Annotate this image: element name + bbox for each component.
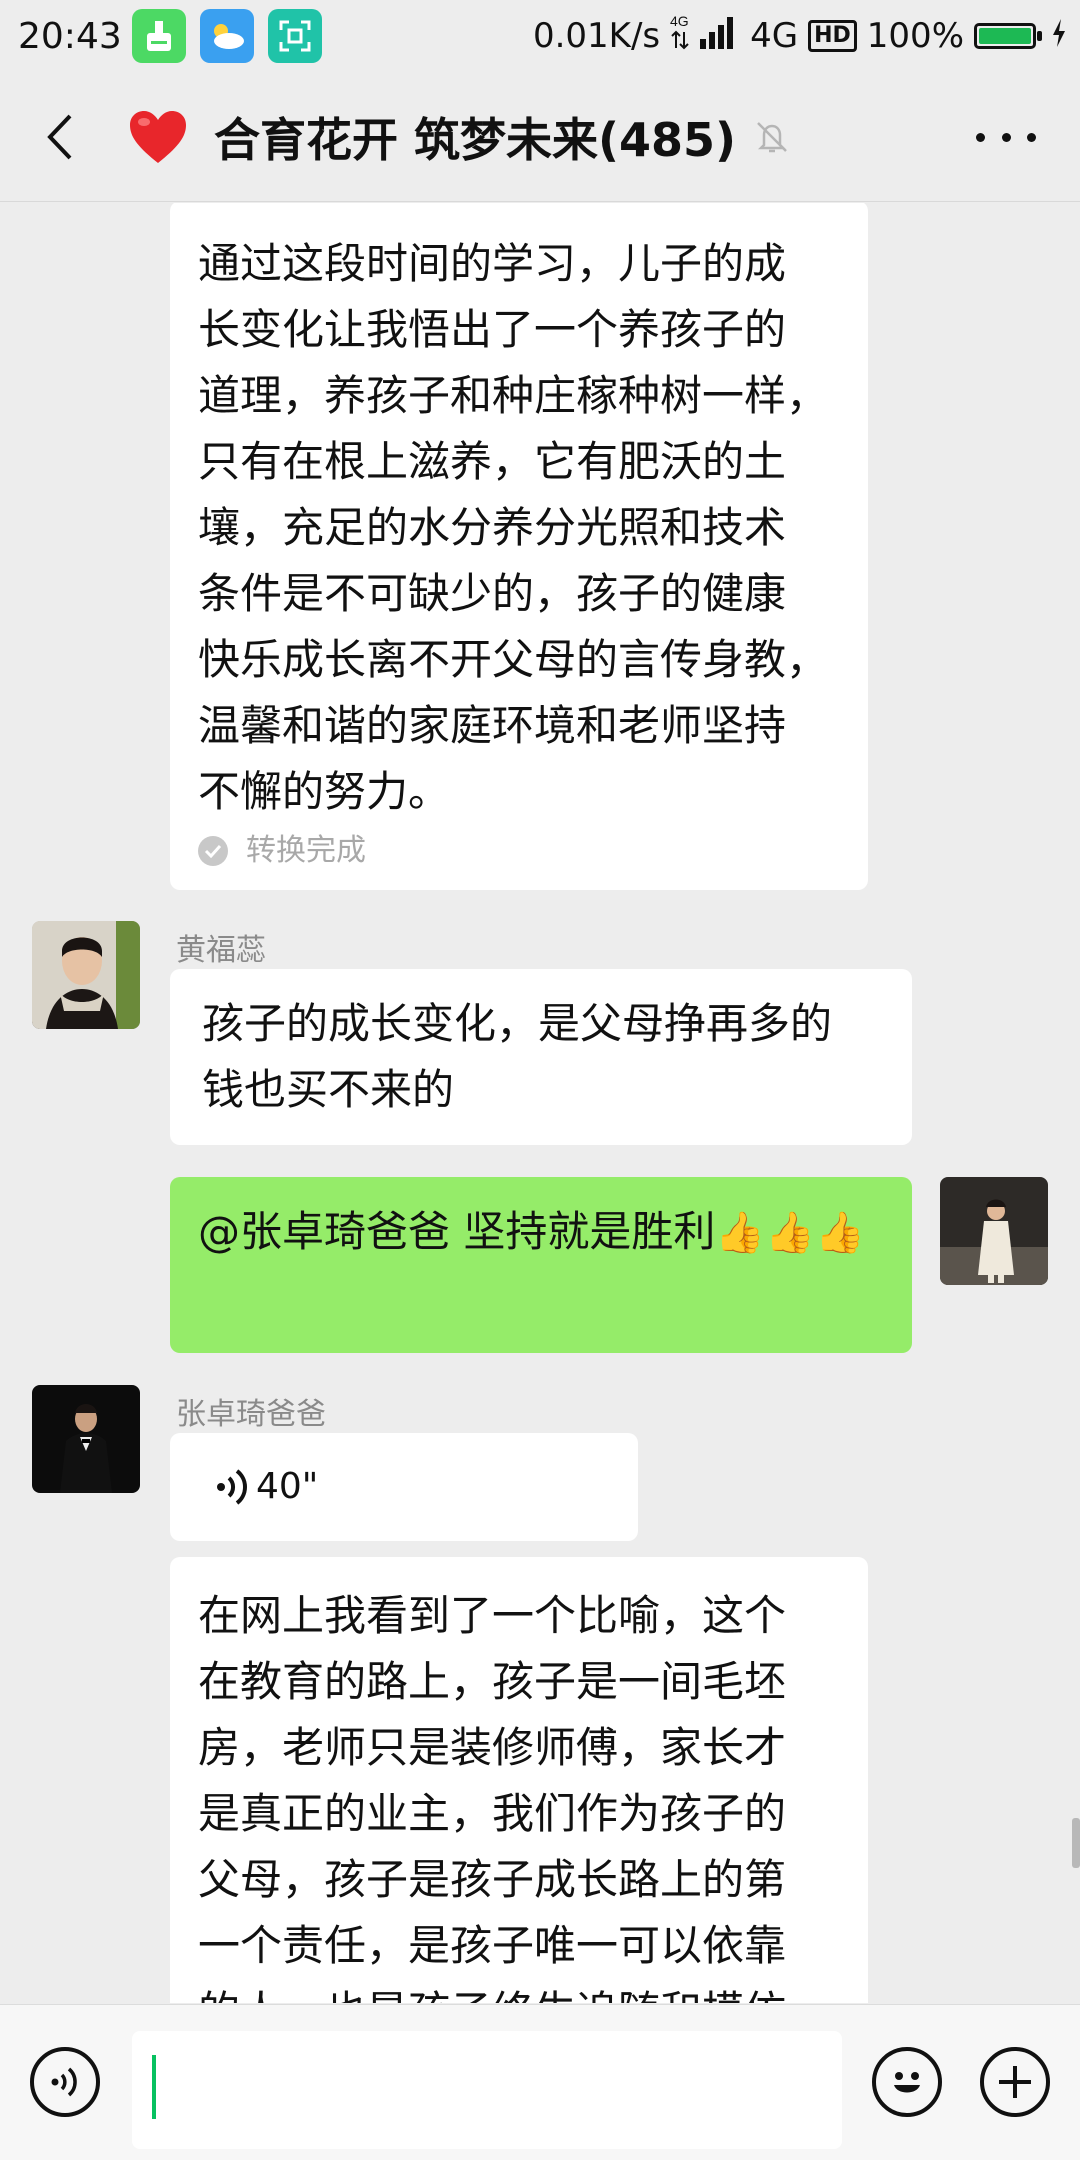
message-input[interactable]	[132, 2031, 842, 2149]
network-type: 4G	[750, 16, 799, 56]
status-time: 20:43	[18, 15, 122, 57]
message-bubble[interactable]: 在网上我看到了一个比喻，这个 在教育的路上，孩子是一间毛坯 房，老师只是装修师傅…	[170, 1557, 868, 2003]
check-icon	[198, 836, 228, 866]
more-dot	[1001, 132, 1011, 142]
net-speed: 0.01K/s	[532, 16, 661, 56]
message-text: @张卓琦爸爸 坚持就是胜利	[198, 1207, 716, 1256]
message-bubble[interactable]: 通过这段时间的学习，儿子的成 长变化让我悟出了一个养孩子的 道理，养孩子和种庄稼…	[170, 203, 868, 890]
more-actions-button[interactable]	[980, 2047, 1050, 2117]
battery-fill	[979, 28, 1031, 44]
hd-badge: HD	[808, 20, 857, 52]
mute-bell-icon	[757, 121, 787, 152]
convert-status: 转换完成	[198, 831, 842, 871]
my-avatar[interactable]	[940, 1177, 1048, 1285]
voice-duration: 40"	[256, 1466, 319, 1507]
message-line: 房，老师只是装修师傅，家长才	[198, 1723, 787, 1772]
plus-icon	[999, 2066, 1031, 2098]
sender-name: 黄福蕊	[176, 933, 266, 968]
message-line: 一个责任，是孩子唯一可以依靠	[198, 1921, 787, 1970]
status-indicators: 0.01K/s 4G 4G HD 100%	[533, 0, 1066, 72]
weather-app-icon	[199, 9, 254, 63]
avatar[interactable]	[32, 921, 140, 1029]
voice-wave-icon	[217, 1469, 247, 1505]
message-line: 通过这段时间的学习，儿子的成	[198, 239, 787, 288]
charging-icon	[1052, 16, 1066, 56]
input-bar	[0, 2004, 1080, 2160]
message-line: 温馨和谐的家庭环境和老师坚持	[198, 701, 787, 750]
text-caret	[152, 2055, 156, 2119]
thumbs-up-emoji: 👍	[765, 1210, 815, 1256]
message-line: 是真正的业主，我们作为孩子的	[198, 1789, 787, 1838]
message-line: 孩子的成长变化，是父母挣再多的	[202, 999, 833, 1048]
message-bubble-outgoing[interactable]: @张卓琦爸爸 坚持就是胜利👍👍👍	[170, 1177, 912, 1353]
chat-title: 合育花开 筑梦未来(485)	[214, 112, 737, 167]
message-line: 在网上我看到了一个比喻，这个	[198, 1591, 787, 1640]
message-line: 只有在根上滋养，它有肥沃的土	[198, 437, 787, 486]
avatar[interactable]	[32, 1385, 140, 1493]
voice-input-button[interactable]	[30, 2047, 100, 2117]
signal-icon	[700, 15, 740, 58]
heart-icon	[130, 110, 186, 163]
smiley-icon	[894, 2072, 920, 2093]
svg-text:4G: 4G	[670, 13, 689, 29]
message-line: 父母，孩子是孩子成长路上的第	[198, 1855, 787, 1904]
message-list[interactable]: 通过这段时间的学习，儿子的成 长变化让我悟出了一个养孩子的 道理，养孩子和种庄稼…	[0, 203, 1080, 2003]
convert-status-label: 转换完成	[246, 833, 366, 868]
message-line: 条件是不可缺少的，孩子的健康	[198, 569, 787, 618]
message-line: 的人，也是孩子终生追随和模仿	[198, 1979, 842, 2003]
thumbs-up-emoji: 👍	[715, 1210, 766, 1256]
voice-wave-icon	[51, 2067, 77, 2097]
chat-header: 合育花开 筑梦未来(485)	[0, 72, 1080, 202]
scanner-app-icon	[267, 9, 322, 63]
message-line: 快乐成长离不开父母的言传身教，	[198, 635, 829, 684]
voice-message-bubble[interactable]: 40"	[170, 1433, 638, 1541]
battery-percent: 100%	[866, 16, 964, 56]
data-arrows-icon: 4G	[670, 10, 690, 63]
status-bar: 20:43 0.01K/s 4G 4G HD 100%	[0, 0, 1080, 72]
message-line: 道理，养孩子和种庄稼种树一样，	[198, 371, 829, 420]
sender-name: 张卓琦爸爸	[176, 1397, 326, 1432]
message-line: 壤，充足的水分养分光照和技术	[198, 503, 787, 552]
more-options-button[interactable]	[976, 117, 1036, 157]
cleaner-app-icon	[131, 9, 186, 63]
battery-icon	[974, 23, 1042, 49]
thumbs-up-emoji: 👍	[814, 1210, 865, 1256]
chevron-left-icon	[47, 114, 72, 159]
chat-screen: 20:43 0.01K/s 4G 4G HD 100% 合育花开 筑梦未来(48…	[0, 0, 1080, 2160]
message-line: 钱也买不来的	[202, 1065, 455, 1114]
message-line: 不懈的努力。	[198, 767, 451, 816]
scrollbar-thumb[interactable]	[1072, 1818, 1080, 1868]
message-bubble[interactable]: 孩子的成长变化，是父母挣再多的 钱也买不来的	[170, 969, 912, 1145]
message-text: 通过这段时间的学习，儿子的成 长变化让我悟出了一个养孩子的 道理，养孩子和种庄稼…	[198, 231, 842, 825]
back-button[interactable]	[24, 102, 94, 172]
more-dot	[1027, 132, 1036, 142]
emoji-button[interactable]	[872, 2047, 942, 2117]
more-dot	[976, 132, 985, 142]
message-line: 长变化让我悟出了一个养孩子的	[198, 305, 787, 354]
message-line: 在教育的路上，孩子是一间毛坯	[198, 1657, 787, 1706]
